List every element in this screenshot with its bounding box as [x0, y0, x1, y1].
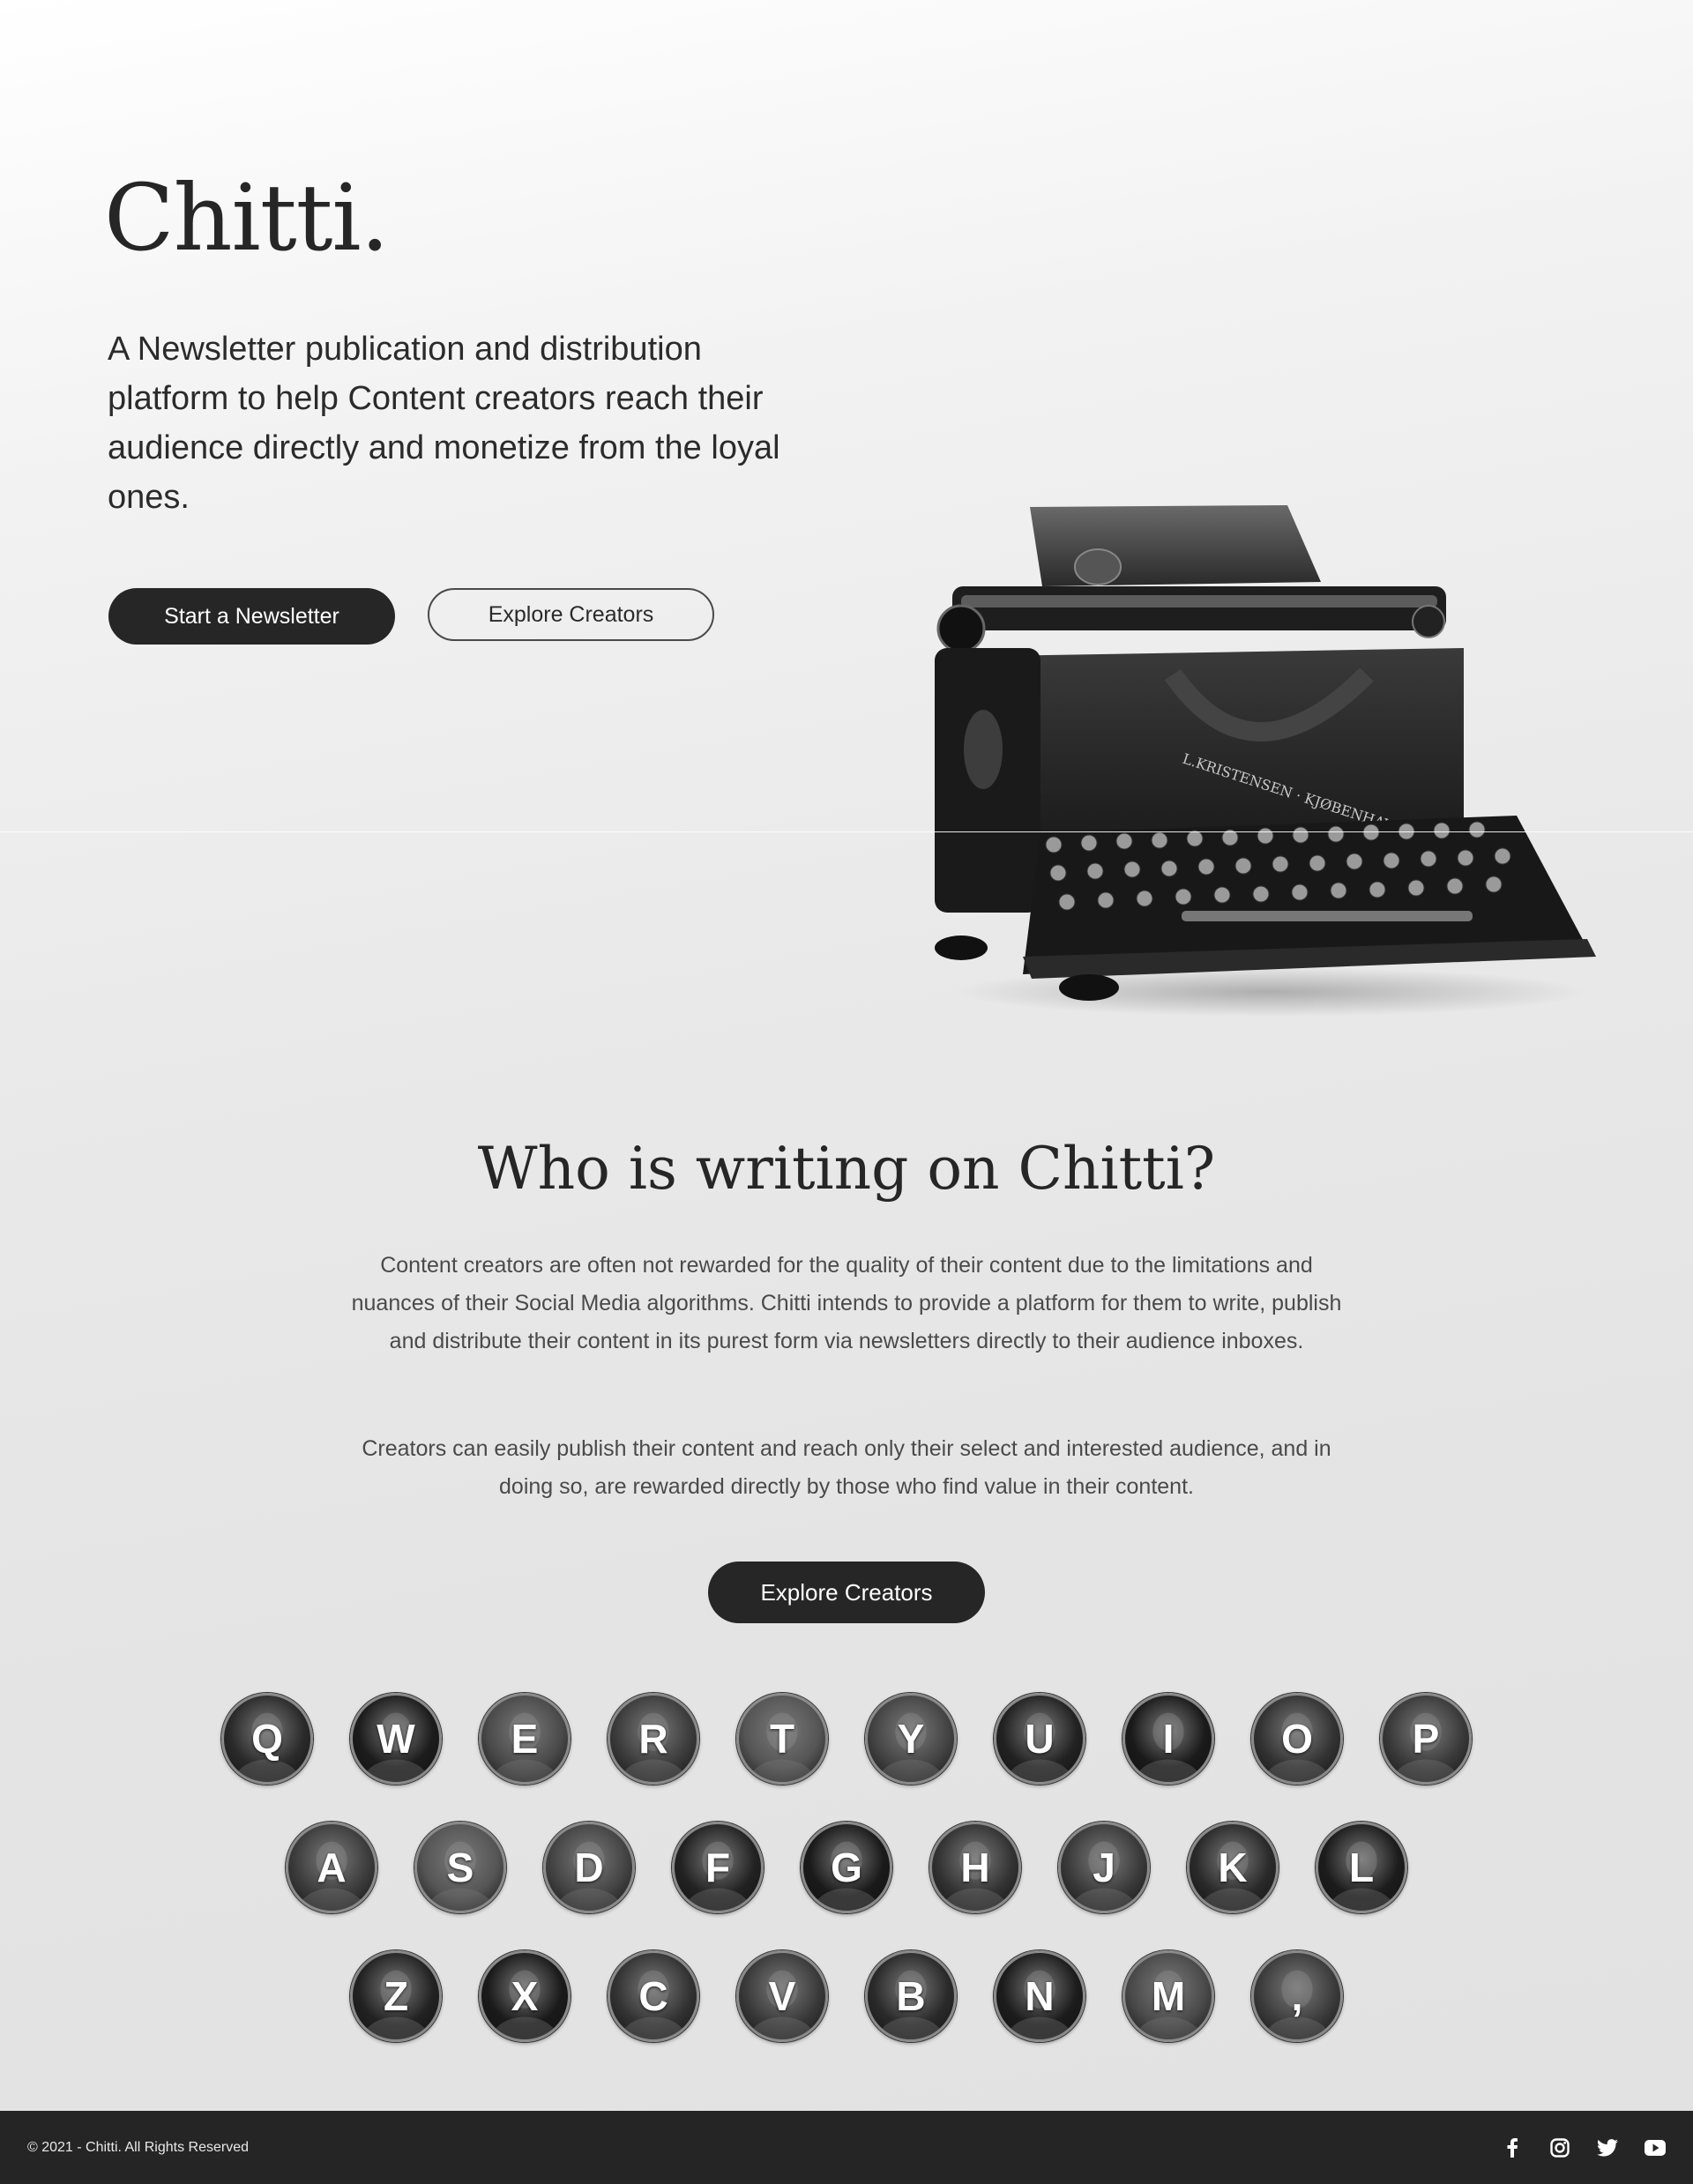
key-letter: B: [896, 1973, 926, 2019]
creator-key-r[interactable]: R: [608, 1693, 699, 1785]
twitter-icon[interactable]: [1597, 2137, 1618, 2158]
key-letter: U: [1025, 1716, 1055, 1762]
creator-key-g[interactable]: G: [801, 1822, 892, 1913]
creator-key-o[interactable]: O: [1251, 1693, 1343, 1785]
creator-key-i[interactable]: I: [1122, 1693, 1214, 1785]
creator-key-t[interactable]: T: [736, 1693, 828, 1785]
key-letter: W: [377, 1716, 415, 1762]
instagram-icon[interactable]: [1549, 2137, 1570, 2158]
creator-key-h[interactable]: H: [929, 1822, 1021, 1913]
typewriter-illustration: L.KRISTENSEN · KJØBENHAVN: [935, 505, 1596, 1017]
explore-creators-hero-button[interactable]: Explore Creators: [428, 588, 714, 641]
footer: © 2021 - Chitti. All Rights Reserved: [0, 2111, 1693, 2184]
key-letter: N: [1025, 1973, 1055, 2019]
key-letter: O: [1281, 1716, 1313, 1762]
creator-key-n[interactable]: N: [994, 1950, 1085, 2042]
creator-key-c[interactable]: C: [608, 1950, 699, 2042]
creator-key-f[interactable]: F: [672, 1822, 764, 1913]
keyboard-row-1: QWERTYUIOP: [0, 1693, 1693, 1785]
copyright-text: © 2021 - Chitti. All Rights Reserved: [27, 2139, 250, 2155]
start-newsletter-button[interactable]: Start a Newsletter: [108, 588, 395, 645]
creator-key-k[interactable]: K: [1187, 1822, 1279, 1913]
key-letter: H: [960, 1845, 990, 1890]
social-links: [1502, 2137, 1666, 2158]
creator-key-l[interactable]: L: [1316, 1822, 1407, 1913]
explore-creators-button[interactable]: Explore Creators: [708, 1562, 985, 1623]
section-paragraph-1: Content creators are often not rewarded …: [351, 1253, 1342, 1353]
facebook-icon[interactable]: [1502, 2137, 1523, 2158]
key-letter: V: [768, 1973, 796, 2019]
key-letter: F: [705, 1845, 731, 1890]
creator-key-p[interactable]: P: [1380, 1693, 1472, 1785]
key-letter: T: [769, 1716, 795, 1762]
key-letter: Q: [251, 1716, 283, 1762]
youtube-icon[interactable]: [1645, 2137, 1666, 2158]
key-letter: C: [638, 1973, 668, 2019]
creator-key-q[interactable]: Q: [221, 1693, 313, 1785]
key-letter: Y: [897, 1716, 925, 1762]
creator-key-m[interactable]: M: [1122, 1950, 1214, 2042]
hero-tagline: A Newsletter publication and distributio…: [108, 331, 780, 516]
key-letter: X: [511, 1973, 539, 2019]
key-letter: G: [831, 1845, 862, 1890]
key-letter: R: [638, 1716, 668, 1762]
creator-key-e[interactable]: E: [479, 1693, 571, 1785]
creator-key-a[interactable]: A: [286, 1822, 377, 1913]
key-letter: S: [446, 1845, 474, 1890]
creator-key-j[interactable]: J: [1058, 1822, 1150, 1913]
creator-key-w[interactable]: W: [350, 1693, 442, 1785]
creator-key-s[interactable]: S: [414, 1822, 506, 1913]
creator-key-d[interactable]: D: [543, 1822, 635, 1913]
creator-key-comma[interactable]: ,: [1251, 1950, 1343, 2042]
creator-key-u[interactable]: U: [994, 1693, 1085, 1785]
key-letter: A: [317, 1845, 347, 1890]
key-letter: Z: [383, 1973, 409, 2019]
key-letter: P: [1412, 1716, 1440, 1762]
key-letter: L: [1348, 1845, 1375, 1890]
section-title: Who is writing on Chitti?: [477, 1135, 1216, 1203]
hero-divider: [0, 831, 1693, 832]
creator-key-z[interactable]: Z: [350, 1950, 442, 2042]
key-letter: J: [1093, 1845, 1115, 1890]
hero-section: Chitti. A Newsletter publication and dis…: [0, 0, 1693, 1040]
key-letter: ,: [1291, 1973, 1303, 2019]
site-logo[interactable]: Chitti.: [104, 172, 390, 264]
section-paragraph-2: Creators can easily publish their conten…: [362, 1436, 1331, 1499]
creator-key-v[interactable]: V: [736, 1950, 828, 2042]
keyboard-row-2: ASDFGHJKL: [0, 1822, 1693, 1913]
creator-key-y[interactable]: Y: [865, 1693, 957, 1785]
key-letter: I: [1162, 1716, 1175, 1762]
creator-key-b[interactable]: B: [865, 1950, 957, 2042]
key-letter: K: [1218, 1845, 1248, 1890]
key-letter: M: [1151, 1973, 1186, 2019]
key-letter: D: [574, 1845, 604, 1890]
creator-key-x[interactable]: X: [479, 1950, 571, 2042]
keyboard-row-3: Z X C V B N M,: [0, 1950, 1693, 2042]
key-letter: E: [511, 1716, 539, 1762]
